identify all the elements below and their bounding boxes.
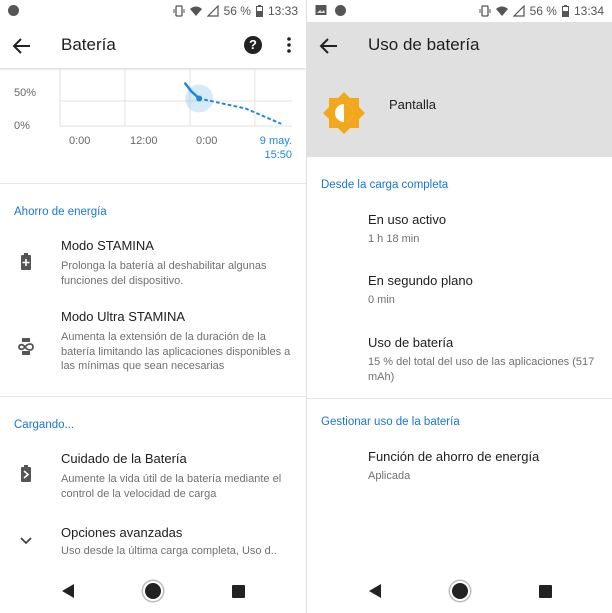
- back-arrow-icon[interactable]: [10, 34, 34, 58]
- notification-icon: [335, 5, 346, 16]
- brightness-icon: [323, 92, 365, 134]
- battery-icon: [561, 5, 569, 17]
- app-bar: Batería ?: [0, 22, 306, 68]
- battery-care-icon: [21, 465, 31, 482]
- vibrate-icon: [173, 5, 185, 17]
- status-bar: 56 % 13:34: [307, 0, 612, 22]
- clock: 13:34: [573, 4, 604, 18]
- nav-recents-icon[interactable]: [539, 585, 552, 598]
- ultra-stamina-subtitle: Aumenta la extensión de la duración de l…: [61, 331, 291, 372]
- more-options-icon[interactable]: [284, 35, 294, 55]
- vibrate-icon: [479, 5, 491, 17]
- advanced-options-title: Opciones avanzadas: [61, 525, 183, 540]
- battery-saver-icon: [21, 253, 31, 270]
- app-name: Pantalla: [389, 97, 436, 112]
- page-title: Batería: [61, 35, 116, 54]
- power-saving-value: Aplicada: [368, 470, 411, 482]
- nav-back-icon[interactable]: [62, 584, 74, 598]
- x-tick-1: 12:00: [130, 135, 158, 147]
- back-arrow-icon[interactable]: [317, 34, 341, 58]
- nav-home-icon[interactable]: [452, 583, 468, 599]
- section-cargando: Cargando...: [14, 419, 75, 431]
- battery-usage-title: Uso de batería: [368, 335, 454, 350]
- nav-back-icon[interactable]: [369, 584, 381, 598]
- app-header: Pantalla: [307, 68, 612, 157]
- nav-recents-icon[interactable]: [232, 585, 245, 598]
- battery-usage-value: 15 % del total del uso de las aplicacion…: [368, 356, 595, 383]
- battery-icon: [255, 5, 263, 17]
- chevron-down-icon: [20, 537, 32, 545]
- chart-plot: [59, 68, 292, 127]
- battery-care-subtitle: Aumente la vida útil de la batería media…: [61, 473, 282, 500]
- help-icon[interactable]: ?: [244, 36, 262, 54]
- signal-icon: [206, 5, 219, 17]
- battery-chart: 50% 0% 0:00 12:00 0:00 9 may. 15:50: [0, 68, 306, 168]
- infinity-battery-icon: [18, 338, 34, 355]
- signal-icon: [512, 5, 525, 17]
- clock: 13:33: [267, 4, 298, 18]
- app-bar: Uso de batería: [307, 22, 612, 68]
- background-title: En segundo plano: [368, 273, 473, 288]
- section-gestionar: Gestionar uso de la batería: [321, 416, 460, 428]
- status-bar: 56 % 13:33: [0, 0, 306, 22]
- battery-screen: 56 % 13:33 Batería ? 50% 0% 0:00 12:00 0…: [0, 0, 306, 613]
- wifi-icon: [189, 6, 202, 16]
- battery-percent: 56 %: [223, 4, 251, 18]
- x-tick-2: 0:00: [196, 135, 218, 147]
- ultra-stamina-title: Modo Ultra STAMINA: [61, 309, 186, 324]
- active-use-value: 1 h 18 min: [368, 233, 420, 245]
- current-point: [196, 95, 203, 102]
- notification-icon: [8, 5, 19, 16]
- section-desde: Desde la carga completa: [321, 179, 449, 191]
- navigation-bar: [0, 571, 306, 613]
- power-saving-title: Función de ahorro de energía: [368, 449, 540, 464]
- x-end-date: 9 may.: [259, 135, 292, 147]
- nav-home-icon[interactable]: [145, 583, 161, 599]
- page-title: Uso de batería: [368, 35, 480, 54]
- x-end-time: 15:50: [264, 149, 292, 161]
- navigation-bar: [307, 571, 612, 613]
- background-value: 0 min: [368, 294, 395, 306]
- x-tick-0: 0:00: [69, 135, 91, 147]
- image-icon: [315, 5, 327, 15]
- stamina-subtitle: Prolonga la batería al deshabilitar algu…: [61, 260, 267, 287]
- active-use-title: En uso activo: [368, 212, 447, 227]
- battery-usage-screen: 56 % 13:34 Uso de batería Pantalla Desde…: [306, 0, 612, 613]
- battery-percent: 56 %: [529, 4, 557, 18]
- stamina-title: Modo STAMINA: [61, 238, 154, 253]
- section-ahorro: Ahorro de energía: [14, 206, 107, 218]
- advanced-options-subtitle: Uso desde la última carga completa, Uso …: [61, 545, 277, 557]
- wifi-icon: [495, 6, 508, 16]
- battery-care-title: Cuidado de la Batería: [61, 451, 187, 466]
